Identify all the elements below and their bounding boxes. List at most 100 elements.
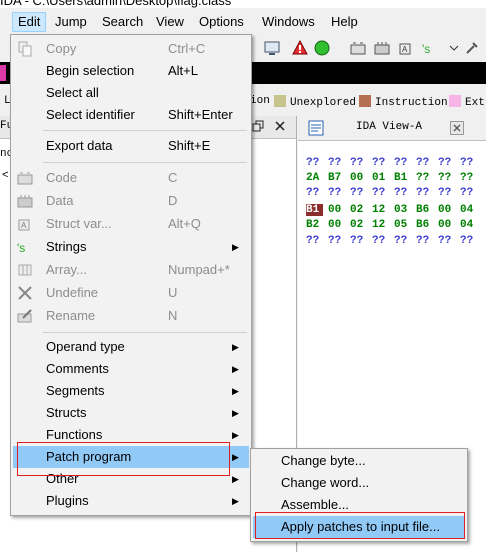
hex-byte[interactable]: B6 bbox=[416, 204, 438, 216]
hex-byte[interactable]: ?? bbox=[394, 157, 416, 169]
hex-byte[interactable]: ?? bbox=[438, 157, 460, 169]
menu-view[interactable]: View bbox=[151, 13, 189, 31]
hex-byte[interactable]: 04 bbox=[460, 204, 482, 216]
hex-byte[interactable]: ?? bbox=[350, 235, 372, 247]
struct-icon[interactable]: A bbox=[398, 40, 414, 56]
hex-byte[interactable]: ?? bbox=[460, 187, 482, 199]
hex-byte[interactable]: ?? bbox=[438, 172, 460, 184]
hex-row[interactable]: ???????????????? bbox=[306, 157, 482, 169]
hex-byte[interactable]: B7 bbox=[328, 172, 350, 184]
menu-search[interactable]: Search bbox=[97, 13, 148, 31]
hex-byte[interactable]: 00 bbox=[350, 172, 372, 184]
hex-byte[interactable]: B6 bbox=[416, 219, 438, 231]
submenu-item-change-byte[interactable]: Change byte... bbox=[253, 450, 465, 472]
menu-item-rename[interactable]: Rename N bbox=[13, 305, 249, 327]
menu-item-export-data[interactable]: Export data Shift+E bbox=[13, 135, 249, 157]
menu-item-code[interactable]: Code C bbox=[13, 167, 249, 189]
menu-jump[interactable]: Jump bbox=[50, 13, 92, 31]
hex-byte[interactable]: 02 bbox=[350, 204, 372, 216]
hex-byte[interactable]: ?? bbox=[416, 172, 438, 184]
restore-icon[interactable] bbox=[252, 120, 264, 132]
menu-item-undefine[interactable]: Undefine U bbox=[13, 282, 249, 304]
stop-icon[interactable] bbox=[292, 40, 308, 56]
hex-row[interactable]: ???????????????? bbox=[306, 187, 482, 199]
hex-byte[interactable]: ?? bbox=[328, 157, 350, 169]
hex-byte[interactable]: 03 bbox=[394, 204, 416, 216]
hex-byte[interactable]: B1 bbox=[306, 204, 323, 216]
hex-byte[interactable]: ?? bbox=[328, 235, 350, 247]
legend-swatch bbox=[359, 95, 371, 107]
hex-byte[interactable]: ?? bbox=[416, 157, 438, 169]
menu-item-plugins[interactable]: Plugins ▶ bbox=[13, 490, 249, 512]
hex-byte[interactable]: ?? bbox=[460, 235, 482, 247]
menu-item-structs[interactable]: Structs ▶ bbox=[13, 402, 249, 424]
hex-byte[interactable]: 00 bbox=[438, 219, 460, 231]
menu-item-begin-selection[interactable]: Begin selection Alt+L bbox=[13, 60, 249, 82]
run-icon[interactable] bbox=[314, 40, 330, 56]
close-icon[interactable] bbox=[274, 120, 286, 132]
navigation-band-marker bbox=[0, 65, 6, 81]
menu-item-segments[interactable]: Segments ▶ bbox=[13, 380, 249, 402]
hex-byte[interactable]: ?? bbox=[394, 187, 416, 199]
hex-byte[interactable]: B2 bbox=[306, 219, 328, 231]
menu-item-struct-var[interactable]: A Struct var... Alt+Q bbox=[13, 213, 249, 235]
hex-byte[interactable]: ?? bbox=[416, 235, 438, 247]
hex-row[interactable]: B1 00 02 12 03 B6 00 04 bbox=[306, 204, 482, 216]
hex-byte[interactable]: ?? bbox=[394, 235, 416, 247]
hex-byte[interactable]: 12 bbox=[372, 219, 394, 231]
hex-byte[interactable]: ?? bbox=[372, 187, 394, 199]
menu-item-array[interactable]: Array... Numpad+* bbox=[13, 259, 249, 281]
menu-item-select-identifier[interactable]: Select identifier Shift+Enter bbox=[13, 104, 249, 126]
ida-view-tab-bar: IDA View-A bbox=[298, 116, 486, 141]
menu-options[interactable]: Options bbox=[194, 13, 249, 31]
hex-byte[interactable]: ?? bbox=[328, 187, 350, 199]
close-tab-icon[interactable] bbox=[450, 121, 464, 135]
hex-byte[interactable]: ?? bbox=[372, 235, 394, 247]
hex-byte[interactable]: ?? bbox=[460, 157, 482, 169]
hex-byte[interactable]: 00 bbox=[328, 219, 350, 231]
hex-byte[interactable]: ?? bbox=[438, 235, 460, 247]
hex-byte[interactable]: ?? bbox=[306, 235, 328, 247]
data-icon[interactable] bbox=[374, 40, 390, 56]
hex-byte[interactable]: 01 bbox=[372, 172, 394, 184]
hex-row[interactable]: 2A B7 00 01 B1?????? bbox=[306, 172, 482, 184]
menu-item-operand-type[interactable]: Operand type ▶ bbox=[13, 336, 249, 358]
hex-byte[interactable]: ?? bbox=[416, 187, 438, 199]
hex-byte[interactable]: 04 bbox=[460, 219, 482, 231]
hex-byte[interactable]: ?? bbox=[460, 172, 482, 184]
menu-help[interactable]: Help bbox=[326, 13, 363, 31]
hex-byte[interactable]: ?? bbox=[438, 187, 460, 199]
hex-byte[interactable]: 00 bbox=[328, 204, 350, 216]
hex-byte[interactable]: 05 bbox=[394, 219, 416, 231]
menu-item-select-all[interactable]: Select all bbox=[13, 82, 249, 104]
patch-program-submenu: Change byte... Change word... Assemble..… bbox=[250, 448, 468, 542]
menu-windows[interactable]: Windows bbox=[257, 13, 320, 31]
menu-item-data[interactable]: Data D bbox=[13, 190, 249, 212]
hex-byte[interactable]: ?? bbox=[306, 157, 328, 169]
hex-byte[interactable]: ?? bbox=[350, 157, 372, 169]
hex-byte[interactable]: ?? bbox=[350, 187, 372, 199]
tab-ida-view[interactable]: IDA View-A bbox=[356, 121, 422, 133]
hex-byte[interactable]: 02 bbox=[350, 219, 372, 231]
chevron-down-icon[interactable] bbox=[446, 40, 462, 56]
hex-byte[interactable]: B1 bbox=[394, 172, 416, 184]
tools-icon[interactable] bbox=[464, 40, 480, 56]
hex-byte[interactable]: ?? bbox=[306, 187, 328, 199]
window-title: IDA - C:\Users\admin\Desktop\flag.class bbox=[0, 0, 232, 8]
hex-byte[interactable]: ?? bbox=[372, 157, 394, 169]
strings-icon[interactable]: 's bbox=[422, 40, 438, 56]
function-row[interactable]: < bbox=[2, 170, 9, 182]
menu-edit[interactable]: Edit bbox=[12, 12, 47, 32]
hex-row[interactable]: ???????????????? bbox=[306, 235, 482, 247]
screen-icon[interactable] bbox=[264, 40, 280, 56]
menu-item-comments[interactable]: Comments ▶ bbox=[13, 358, 249, 380]
submenu-item-change-word[interactable]: Change word... bbox=[253, 472, 465, 494]
menu-item-copy[interactable]: Copy Ctrl+C bbox=[13, 38, 249, 60]
menu-item-strings[interactable]: 's Strings ▶ bbox=[13, 236, 249, 258]
hex-byte[interactable]: 2A bbox=[306, 172, 328, 184]
hex-byte[interactable]: 00 bbox=[438, 204, 460, 216]
hex-row[interactable]: B2 00 02 12 05 B6 00 04 bbox=[306, 219, 482, 231]
code-icon[interactable] bbox=[350, 40, 366, 56]
legend-swatch bbox=[449, 95, 461, 107]
hex-byte[interactable]: 12 bbox=[372, 204, 394, 216]
